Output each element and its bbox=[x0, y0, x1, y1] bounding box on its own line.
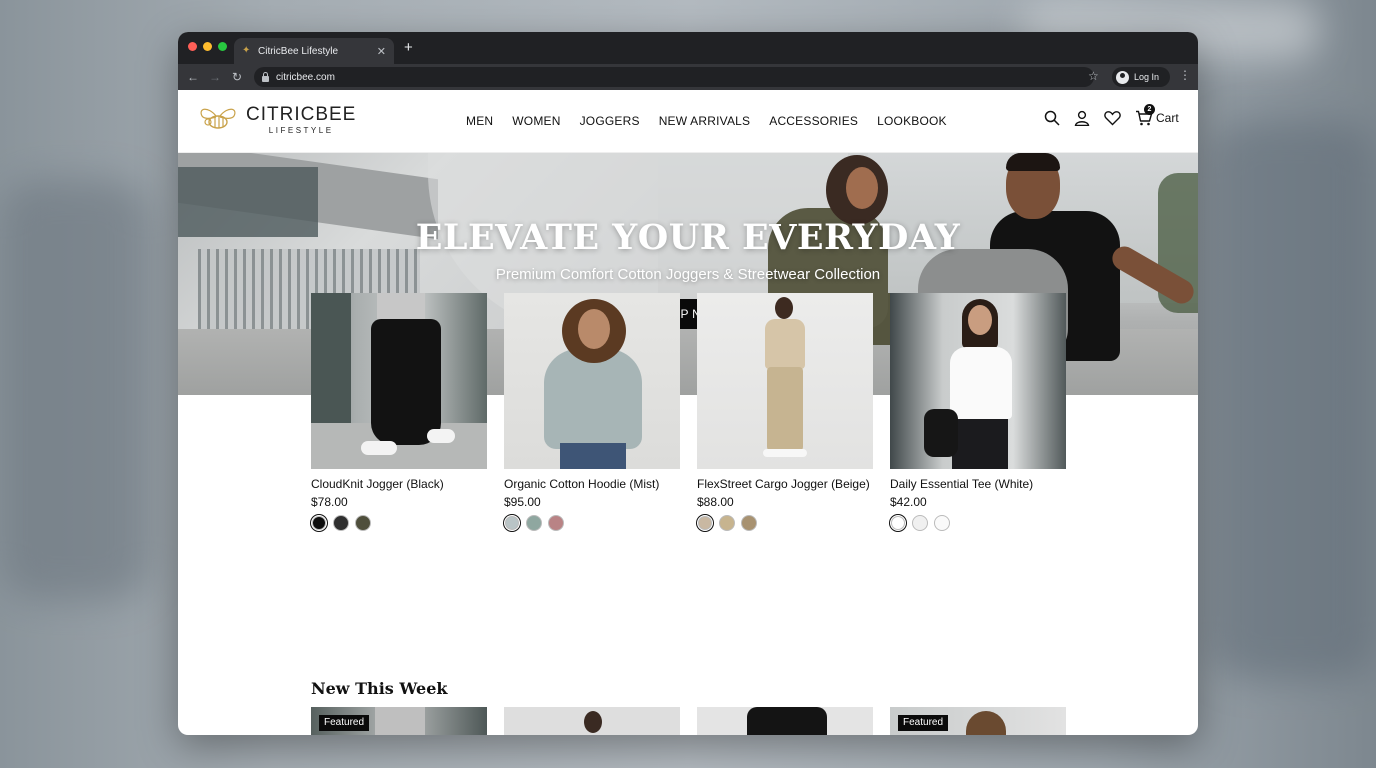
color-swatch[interactable] bbox=[526, 515, 542, 531]
new-product-image bbox=[584, 711, 602, 733]
product-grid: CloudKnit Jogger (Black) $78.00 Organic … bbox=[311, 293, 1066, 531]
product-name[interactable]: CloudKnit Jogger (Black) bbox=[311, 477, 487, 491]
new-this-week-row: Featured Featured bbox=[311, 707, 1066, 735]
brand-logo[interactable]: CITRICBEE LIFESTYLE bbox=[196, 104, 356, 136]
product-card[interactable]: Organic Cotton Hoodie (Mist) $95.00 bbox=[504, 293, 680, 531]
color-swatches bbox=[311, 515, 487, 531]
nav-item-new-arrivals[interactable]: NEW ARRIVALS bbox=[659, 114, 751, 128]
featured-badge: Featured bbox=[898, 715, 949, 731]
new-product-card[interactable]: Featured bbox=[890, 707, 1066, 735]
tab-title: CitricBee Lifestyle bbox=[258, 45, 339, 57]
new-tab-icon[interactable]: + bbox=[404, 40, 413, 56]
color-swatch[interactable] bbox=[891, 516, 905, 530]
browser-tab[interactable]: ✦ CitricBee Lifestyle ✕ bbox=[234, 38, 394, 64]
nav-item-joggers[interactable]: JOGGERS bbox=[580, 114, 640, 128]
section-title-new-this-week: New This Week bbox=[311, 679, 448, 698]
product-image[interactable] bbox=[697, 293, 873, 469]
brand-subtitle: LIFESTYLE bbox=[268, 126, 334, 135]
product-name[interactable]: Daily Essential Tee (White) bbox=[890, 477, 1066, 491]
color-swatch[interactable] bbox=[934, 515, 950, 531]
product-name[interactable]: FlexStreet Cargo Jogger (Beige) bbox=[697, 477, 873, 491]
color-swatches bbox=[890, 515, 1066, 531]
close-window-button[interactable] bbox=[188, 42, 197, 51]
reload-icon[interactable]: ↻ bbox=[226, 70, 248, 84]
product-card[interactable]: Daily Essential Tee (White) $42.00 bbox=[890, 293, 1066, 531]
cart-label: Cart bbox=[1156, 111, 1179, 125]
product-price: $78.00 bbox=[311, 495, 348, 509]
color-swatch[interactable] bbox=[312, 516, 326, 530]
nav-item-men[interactable]: MEN bbox=[466, 114, 493, 128]
login-label: Log In bbox=[1134, 72, 1160, 82]
model-woman-face bbox=[846, 167, 878, 209]
browser-menu-icon[interactable]: ⋮ bbox=[1179, 69, 1191, 81]
site-header: CITRICBEE LIFESTYLE MEN WOMEN JOGGERS NE… bbox=[178, 90, 1198, 153]
product-price: $95.00 bbox=[504, 495, 541, 509]
header-actions: 2 Cart bbox=[1044, 104, 1179, 126]
color-swatch[interactable] bbox=[548, 515, 564, 531]
address-bar[interactable]: citricbee.com bbox=[254, 67, 1094, 87]
close-tab-icon[interactable]: ✕ bbox=[377, 45, 386, 58]
new-product-card[interactable] bbox=[504, 707, 680, 735]
model-man-hair bbox=[1006, 153, 1060, 171]
product-card[interactable]: CloudKnit Jogger (Black) $78.00 bbox=[311, 293, 487, 531]
hero-title: ELEVATE YOUR EVERYDAY bbox=[415, 217, 961, 258]
color-swatches bbox=[504, 515, 680, 531]
color-swatches bbox=[697, 515, 873, 531]
browser-toolbar: ← → ↻ citricbee.com ☆ Log In ⋮ bbox=[178, 64, 1198, 90]
color-swatch[interactable] bbox=[333, 515, 349, 531]
lock-icon bbox=[262, 71, 269, 82]
color-swatch[interactable] bbox=[698, 516, 712, 530]
browser-tab-bar: ✦ CitricBee Lifestyle ✕ + bbox=[178, 32, 1198, 64]
window-controls bbox=[188, 42, 227, 51]
product-card[interactable]: FlexStreet Cargo Jogger (Beige) $88.00 bbox=[697, 293, 873, 531]
cart-button[interactable]: 2 Cart bbox=[1135, 104, 1179, 126]
browser-window: ✦ CitricBee Lifestyle ✕ + ← → ↻ citricbe… bbox=[178, 32, 1198, 735]
color-swatch[interactable] bbox=[741, 515, 757, 531]
featured-badge: Featured bbox=[319, 715, 370, 731]
account-icon[interactable] bbox=[1074, 110, 1090, 126]
product-price: $42.00 bbox=[890, 495, 927, 509]
cart-count-badge: 2 bbox=[1144, 104, 1155, 115]
product-price: $88.00 bbox=[697, 495, 734, 509]
nav-item-women[interactable]: WOMEN bbox=[512, 114, 560, 128]
color-swatch[interactable] bbox=[719, 515, 735, 531]
product-image[interactable] bbox=[890, 293, 1066, 469]
new-product-card[interactable]: Featured bbox=[311, 707, 487, 735]
bookmark-star-icon[interactable]: ☆ bbox=[1088, 69, 1099, 83]
bee-logo-icon bbox=[200, 108, 236, 129]
forward-arrow-icon[interactable]: → bbox=[204, 70, 226, 84]
search-icon[interactable] bbox=[1044, 110, 1060, 126]
new-product-image bbox=[375, 707, 425, 735]
color-swatch[interactable] bbox=[505, 516, 519, 530]
url-text: citricbee.com bbox=[276, 71, 335, 83]
profile-login-button[interactable]: Log In bbox=[1112, 67, 1170, 87]
back-arrow-icon[interactable]: ← bbox=[182, 70, 204, 84]
color-swatch[interactable] bbox=[355, 515, 371, 531]
color-swatch[interactable] bbox=[912, 515, 928, 531]
new-product-card[interactable] bbox=[697, 707, 873, 735]
product-name[interactable]: Organic Cotton Hoodie (Mist) bbox=[504, 477, 680, 491]
new-product-image bbox=[747, 707, 827, 735]
hero-subtitle: Premium Comfort Cotton Joggers & Streetw… bbox=[495, 266, 881, 283]
bee-favicon-icon: ✦ bbox=[242, 45, 251, 56]
background-blur bbox=[0, 180, 150, 600]
nav-item-accessories[interactable]: ACCESSORIES bbox=[769, 114, 858, 128]
minimize-window-button[interactable] bbox=[203, 42, 212, 51]
new-product-image bbox=[966, 711, 1006, 735]
profile-avatar-icon bbox=[1116, 70, 1129, 84]
nav-item-lookbook[interactable]: LOOKBOOK bbox=[877, 114, 947, 128]
wishlist-heart-icon[interactable] bbox=[1104, 110, 1121, 126]
main-navigation: MEN WOMEN JOGGERS NEW ARRIVALS ACCESSORI… bbox=[466, 114, 947, 128]
maximize-window-button[interactable] bbox=[218, 42, 227, 51]
product-image[interactable] bbox=[504, 293, 680, 469]
background-blur bbox=[1210, 120, 1376, 680]
product-image[interactable] bbox=[311, 293, 487, 469]
brand-name: CITRICBEE bbox=[246, 104, 357, 125]
